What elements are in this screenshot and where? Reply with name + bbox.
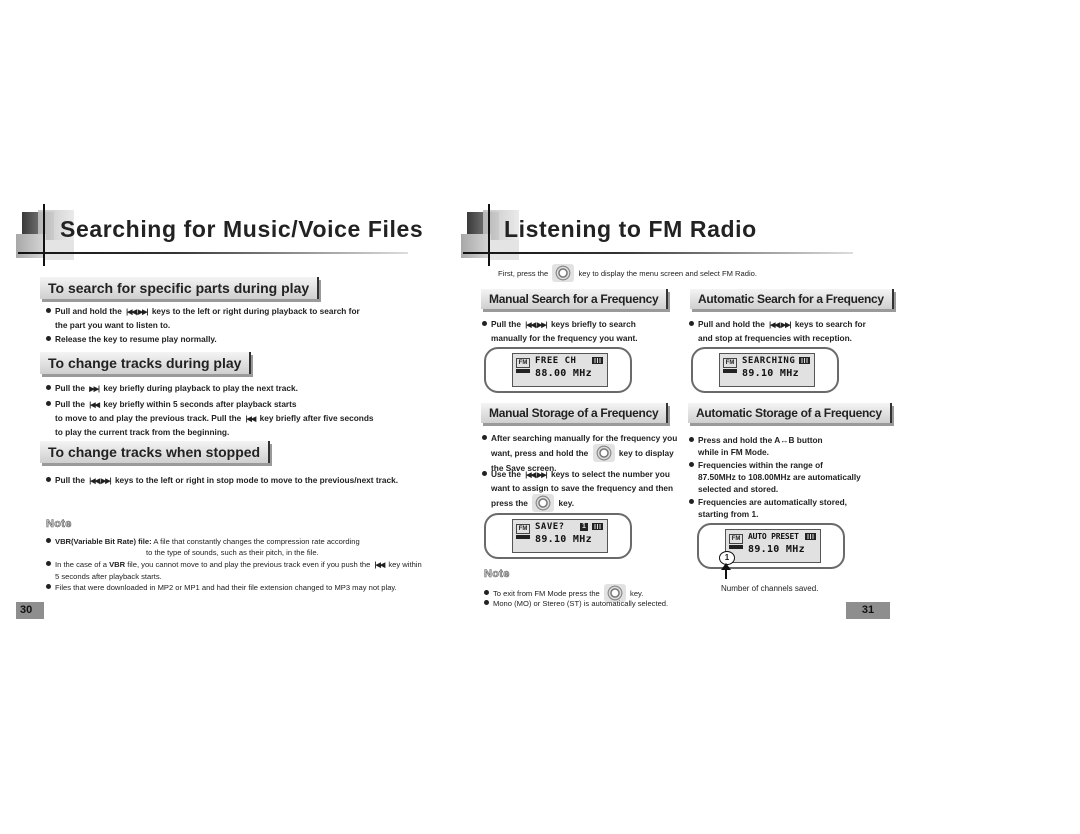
bullet-icon [482, 471, 487, 476]
lcd-screen: FM SAVE? 1 89.10 MHz [512, 519, 608, 553]
bullet-icon [46, 336, 51, 341]
section-heading-change-during-play: To change tracks during play [40, 352, 252, 374]
bullet-icon [46, 385, 51, 390]
arrow-head-icon [721, 563, 731, 570]
note-title: Note [46, 518, 72, 531]
title-rule [463, 252, 853, 254]
joystick-key-icon [552, 264, 575, 282]
lcd-screen: FM AUTO PRESET 89.10 MHz [725, 529, 821, 563]
bullet-icon [689, 499, 694, 504]
page-number: 31 [846, 602, 890, 619]
page-number: 30 [16, 602, 44, 619]
skip-keys-icon: |◀◀, ▶▶| [525, 322, 547, 329]
bullet-icon [46, 401, 51, 406]
section-heading-manual-search: Manual Search for a Frequency [481, 289, 669, 309]
skip-keys-icon: |◀◀, ▶▶| [126, 309, 148, 316]
device-display: FM SAVE? 1 89.10 MHz [484, 513, 632, 559]
lcd-frequency: 89.10 MHz [742, 368, 799, 379]
page-title: Searching for Music/Voice Files [60, 216, 424, 242]
lcd-line-1: SEARCHING [742, 356, 796, 366]
lcd-line-1: AUTO PRESET [748, 532, 799, 541]
device-display: FM SEARCHING 89.10 MHz [691, 347, 839, 393]
lcd-screen: FM SEARCHING 89.10 MHz [719, 353, 815, 387]
fm-icon: FM [729, 534, 743, 549]
lcd-frequency: 89.10 MHz [748, 544, 805, 555]
battery-icon [805, 533, 816, 540]
lcd-screen: FM FREE CH 88.00 MHz [512, 353, 608, 387]
bullet-icon [46, 538, 51, 543]
next-key-icon: ▶▶| [89, 386, 100, 393]
bullet-icon [46, 477, 51, 482]
skip-keys-icon: |◀◀, ▶▶| [89, 478, 111, 485]
bullet-item: Press and hold the A↔B button while in F… [689, 434, 889, 458]
prev-key-icon: |◀◀ [89, 402, 100, 409]
bullet-icon [689, 321, 694, 326]
bullet-item: Release the key to resume play normally. [46, 333, 426, 345]
battery-icon [592, 357, 603, 364]
battery-icon [799, 357, 810, 364]
section-heading-auto-search: Automatic Search for a Frequency [690, 289, 894, 309]
bullet-icon [46, 584, 51, 589]
lcd-frequency: 88.00 MHz [535, 368, 592, 379]
joystick-key-icon [592, 444, 615, 462]
device-display: FM AUTO PRESET 89.10 MHz [697, 523, 845, 569]
bullet-item: Pull and hold the |◀◀, ▶▶| keys to searc… [689, 318, 889, 344]
bullet-item: Use the |◀◀, ▶▶| keys to select the numb… [482, 468, 687, 512]
page-title: Listening to FM Radio [504, 216, 757, 242]
skip-keys-icon: |◀◀, ▶▶| [769, 322, 791, 329]
lcd-line-1: SAVE? [535, 522, 565, 532]
bullet-icon [484, 590, 489, 595]
caption-channels-saved: Number of channels saved. [721, 584, 819, 593]
bullet-icon [46, 561, 51, 566]
prev-key-icon: |◀◀ [374, 562, 386, 569]
bullet-icon [482, 435, 487, 440]
device-display: FM FREE CH 88.00 MHz [484, 347, 632, 393]
joystick-key-icon [532, 494, 555, 512]
intro-text: First, press the key to display the menu… [498, 264, 858, 282]
bullet-item: Pull the |◀◀ key briefly within 5 second… [46, 398, 426, 438]
note-item: In the case of a VBR file, you cannot mo… [46, 559, 426, 582]
section-heading-auto-storage: Automatic Storage of a Frequency [688, 403, 892, 423]
note-item: Mono (MO) or Stereo (ST) is automaticall… [484, 598, 704, 609]
bullet-item: Pull the ▶▶| key briefly during playback… [46, 382, 426, 396]
bullet-icon [484, 600, 489, 605]
note-title: Note [484, 568, 510, 581]
bullet-item: Frequencies are automatically stored, st… [689, 496, 889, 520]
bullet-icon [46, 308, 51, 313]
fm-icon: FM [723, 358, 737, 373]
section-heading-search-parts: To search for specific parts during play [40, 277, 320, 299]
bullet-item: Pull and hold the |◀◀, ▶▶| keys to the l… [46, 305, 426, 331]
lcd-frequency: 89.10 MHz [535, 534, 592, 545]
channel-number: 1 [580, 523, 588, 531]
note-item: VBR(Variable Bit Rate) file: A file that… [46, 536, 426, 558]
note-item: Files that were downloaded in MP2 or MP1… [46, 582, 446, 593]
title-rule [18, 252, 408, 254]
battery-icon [592, 523, 603, 530]
prev-key-icon: |◀◀ [245, 416, 257, 423]
bullet-icon [689, 462, 694, 467]
skip-keys-icon: |◀◀, ▶▶| [525, 472, 547, 479]
lcd-line-1: FREE CH [535, 356, 577, 366]
bullet-item: Pull the |◀◀, ▶▶| keys briefly to search… [482, 318, 682, 344]
bullet-icon [482, 321, 487, 326]
fm-icon: FM [516, 358, 530, 373]
fm-icon: FM [516, 524, 530, 539]
bullet-item: Frequencies within the range of 87.50MHz… [689, 459, 889, 495]
bullet-item: Pull the |◀◀, ▶▶| keys to the left or ri… [46, 474, 446, 488]
section-heading-change-when-stopped: To change tracks when stopped [40, 441, 271, 463]
section-heading-manual-storage: Manual Storage of a Frequency [481, 403, 669, 423]
bullet-icon [689, 437, 694, 442]
